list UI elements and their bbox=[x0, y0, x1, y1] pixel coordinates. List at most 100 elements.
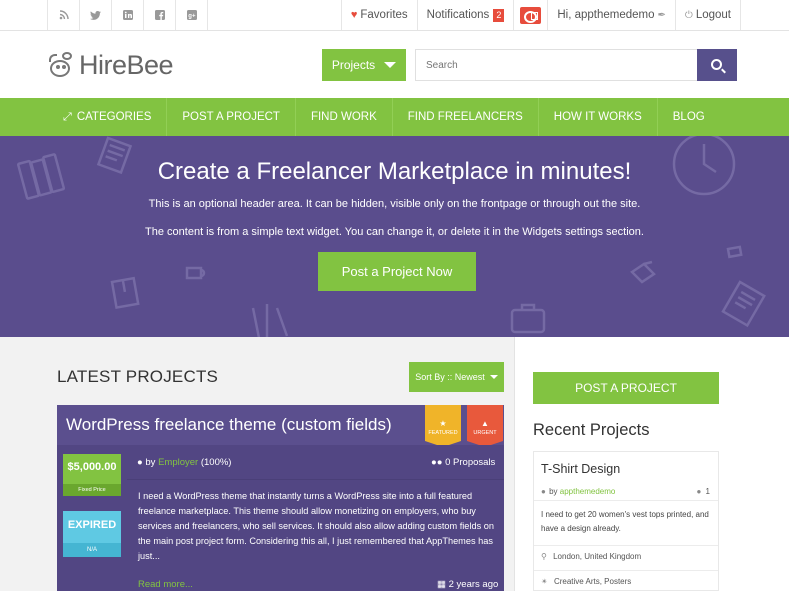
urgent-label: URGENT bbox=[473, 430, 497, 436]
bee-logo-icon bbox=[47, 51, 77, 81]
svg-text:g+: g+ bbox=[188, 13, 196, 19]
top-bar: g+ ♥ Favorites Notifications 2 Hi, appth… bbox=[0, 0, 789, 31]
caret-down-icon bbox=[489, 375, 498, 379]
nav-item-label: CATEGORIES bbox=[76, 111, 152, 123]
users-icon: ● bbox=[696, 487, 702, 496]
notifications-count-badge: 2 bbox=[493, 8, 505, 22]
expand-arrows-icon: ⤢ bbox=[63, 110, 72, 123]
account-bar: ♥ Favorites Notifications 2 Hi, apptheme… bbox=[340, 0, 741, 30]
price-badge: $5,000.00 Fixed Price bbox=[63, 454, 121, 496]
hero-subtitle-line-2: The content is from a simple text widget… bbox=[145, 226, 644, 238]
inbox-icon bbox=[520, 6, 542, 24]
divider bbox=[534, 570, 718, 571]
status-value: EXPIRED bbox=[67, 519, 117, 531]
latest-projects-heading: LATEST PROJECTS bbox=[57, 367, 219, 386]
nav-item-categories[interactable]: ⤢ CATEGORIES bbox=[48, 98, 168, 136]
search-button[interactable] bbox=[697, 49, 737, 81]
nav-item-label: FIND WORK bbox=[310, 111, 377, 123]
posted-label: 2 years ago bbox=[448, 579, 499, 590]
divider bbox=[534, 500, 718, 501]
nav-item-how-it-works[interactable]: HOW IT WORKS bbox=[539, 98, 658, 136]
messages-link[interactable] bbox=[514, 0, 549, 30]
sort-label: Sort By :: Newest bbox=[415, 372, 485, 382]
location-pin-icon: ⚲ bbox=[541, 552, 547, 561]
nav-item-label: FIND FREELANCERS bbox=[407, 111, 523, 123]
caret-down-icon bbox=[384, 62, 397, 68]
site-logo[interactable]: HireBee bbox=[47, 50, 174, 81]
google-plus-icon[interactable]: g+ bbox=[176, 0, 208, 30]
recent-project-categories: ✴ Creative Arts, Posters bbox=[541, 577, 631, 586]
hero-subtitle-line-1: This is an optional header area. It can … bbox=[148, 198, 641, 210]
recent-project-card[interactable]: T-Shirt Design ● by appthemedemo ● 1 I n… bbox=[533, 451, 719, 591]
proposals-count: ●● 0 Proposals bbox=[431, 457, 495, 468]
heart-icon: ♥ bbox=[350, 9, 358, 21]
notifications-label: Notifications bbox=[426, 9, 490, 21]
divider bbox=[534, 545, 718, 546]
social-links: g+ bbox=[47, 0, 208, 30]
site-header: HireBee Projects bbox=[0, 31, 789, 98]
warning-icon: ▲ bbox=[481, 419, 489, 428]
user-menu[interactable]: Hi, appthemedemo ✒ bbox=[548, 0, 676, 30]
power-icon: ⏻ bbox=[684, 9, 693, 21]
linkedin-icon[interactable] bbox=[112, 0, 144, 30]
location-label: London, United Kingdom bbox=[553, 552, 642, 561]
price-value: $5,000.00 bbox=[67, 461, 117, 473]
logout-link[interactable]: ⏻ Logout bbox=[676, 0, 741, 30]
status-badge: EXPIRED N/A bbox=[63, 511, 121, 557]
user-icon: ● bbox=[137, 457, 143, 468]
sort-dropdown[interactable]: Sort By :: Newest bbox=[409, 362, 504, 392]
sidebar: POST A PROJECT Recent Projects T-Shirt D… bbox=[514, 337, 789, 591]
categories-label: Creative Arts, Posters bbox=[553, 577, 632, 586]
read-more-link[interactable]: Read more... bbox=[138, 579, 193, 590]
user-icon: ● bbox=[541, 487, 546, 496]
favorites-link[interactable]: ♥ Favorites bbox=[342, 0, 418, 30]
project-title[interactable]: WordPress freelance theme (custom fields… bbox=[66, 415, 392, 435]
hero-banner: Create a Freelancer Marketplace in minut… bbox=[0, 136, 789, 337]
proposals-label: 0 Proposals bbox=[445, 457, 496, 468]
urgent-ribbon: ▲ URGENT bbox=[467, 405, 503, 447]
featured-label: FEATURED bbox=[428, 430, 458, 436]
recent-project-location: ⚲ London, United Kingdom bbox=[541, 552, 641, 561]
rss-icon[interactable] bbox=[48, 0, 80, 30]
logo-text: HireBee bbox=[79, 50, 174, 80]
main-nav: ⤢ CATEGORIES POST A PROJECT FIND WORK FI… bbox=[0, 98, 789, 136]
main-content: LATEST PROJECTS Sort By :: Newest WordPr… bbox=[0, 337, 789, 591]
nav-item-label: HOW IT WORKS bbox=[553, 111, 642, 123]
project-card-body: $5,000.00 Fixed Price EXPIRED N/A ● by E… bbox=[57, 445, 504, 591]
hero-title: Create a Freelancer Marketplace in minut… bbox=[157, 158, 632, 185]
by-prefix: by bbox=[145, 457, 156, 468]
recent-project-description: I need to get 20 women's vest tops print… bbox=[541, 510, 709, 533]
facebook-icon[interactable] bbox=[144, 0, 176, 30]
post-project-now-button[interactable]: Post a Project Now bbox=[318, 252, 476, 291]
recent-project-title[interactable]: T-Shirt Design bbox=[541, 462, 620, 476]
twitter-icon[interactable] bbox=[80, 0, 112, 30]
users-icon: ●● bbox=[431, 457, 443, 468]
search-type-dropdown[interactable]: Projects bbox=[322, 49, 406, 81]
category-star-icon: ✴ bbox=[541, 577, 548, 586]
post-a-project-button[interactable]: POST A PROJECT bbox=[533, 372, 719, 404]
employer-rating: (100%) bbox=[200, 457, 232, 468]
nav-item-label: POST A PROJECT bbox=[182, 111, 280, 123]
nav-item-find-work[interactable]: FIND WORK bbox=[296, 98, 393, 136]
notifications-link[interactable]: Notifications 2 bbox=[418, 0, 515, 30]
nav-item-blog[interactable]: BLOG bbox=[658, 98, 720, 136]
search-type-label: Projects bbox=[331, 58, 376, 72]
price-type: Fixed Price bbox=[63, 484, 121, 496]
by-prefix: by bbox=[549, 487, 558, 496]
project-card[interactable]: WordPress freelance theme (custom fields… bbox=[57, 405, 504, 591]
recent-projects-heading: Recent Projects bbox=[533, 421, 650, 439]
star-icon: ★ bbox=[439, 419, 447, 428]
posted-time: ▦ 2 years ago bbox=[437, 579, 498, 590]
recent-project-byline: ● by appthemedemo bbox=[541, 487, 615, 496]
wrench-icon: ✒ bbox=[657, 9, 666, 21]
search-icon bbox=[710, 58, 722, 70]
nav-item-label: BLOG bbox=[672, 111, 705, 123]
search-input[interactable] bbox=[415, 49, 698, 81]
recent-project-proposals: ● 1 bbox=[696, 487, 710, 496]
employer-link[interactable]: Employer bbox=[158, 457, 198, 468]
nav-item-post-project[interactable]: POST A PROJECT bbox=[167, 98, 296, 136]
nav-item-find-freelancers[interactable]: FIND FREELANCERS bbox=[393, 98, 539, 136]
status-sub: N/A bbox=[63, 543, 121, 557]
logout-label: Logout bbox=[695, 9, 731, 21]
author-link[interactable]: appthemedemo bbox=[560, 487, 616, 496]
